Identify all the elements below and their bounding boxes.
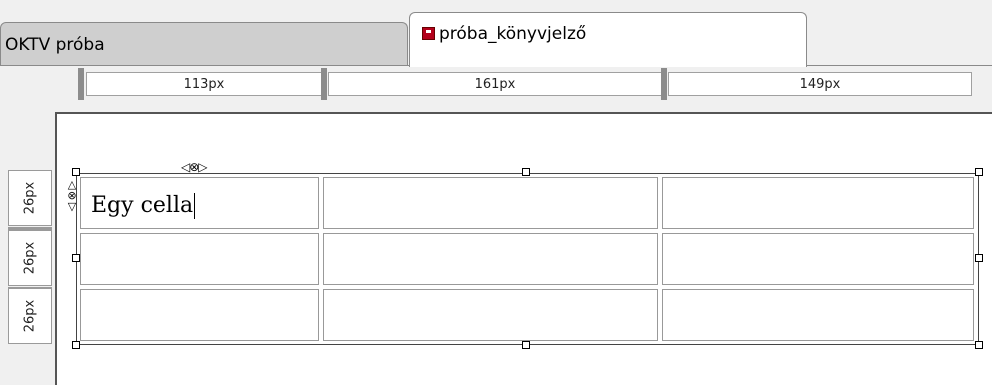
column-separator[interactable]	[661, 68, 667, 100]
resize-handle-right[interactable]	[975, 254, 983, 262]
table-cell[interactable]	[662, 177, 974, 229]
table-cell[interactable]	[80, 289, 319, 341]
tab-label: OKTV próba	[5, 34, 105, 55]
row-move-icon[interactable]: △ ⊗ ▽	[66, 179, 78, 212]
table-cell[interactable]	[323, 289, 658, 341]
document-icon	[422, 27, 435, 40]
table[interactable]: Egy cella	[76, 173, 979, 345]
resize-handle-top-right[interactable]	[975, 168, 983, 176]
resize-handle-bottom-left[interactable]	[72, 341, 80, 349]
column-width-1[interactable]: 113px	[86, 72, 322, 96]
table-cell[interactable]	[323, 233, 658, 285]
tab-proba-konyvjelzo[interactable]: próba_könyvjelző	[409, 12, 807, 67]
column-separator[interactable]	[78, 68, 84, 100]
row-height-3[interactable]: 26px	[8, 288, 52, 344]
table-cell[interactable]	[80, 233, 319, 285]
table-cell[interactable]	[662, 233, 974, 285]
column-width-2[interactable]: 161px	[328, 72, 662, 96]
cell-text: Egy cella	[91, 193, 194, 218]
tab-oktv-proba[interactable]: OKTV próba	[0, 22, 408, 66]
tab-label: próba_könyvjelző	[439, 24, 587, 44]
table-cell[interactable]: Egy cella	[80, 177, 319, 229]
resize-handle-top-left[interactable]	[72, 168, 80, 176]
resize-handle-top[interactable]	[522, 168, 530, 176]
tab-bar: OKTV próba próba_könyvjelző	[0, 0, 992, 67]
column-move-icon[interactable]: ◁⊗▷	[181, 160, 207, 174]
table-cell[interactable]	[662, 289, 974, 341]
column-width-3[interactable]: 149px	[668, 72, 972, 96]
row-height-2[interactable]: 26px	[8, 230, 52, 286]
text-caret	[194, 193, 196, 219]
row-height-1[interactable]: 26px	[8, 170, 52, 226]
column-separator[interactable]	[321, 68, 327, 100]
resize-handle-bottom-right[interactable]	[975, 341, 983, 349]
table-cell[interactable]	[323, 177, 658, 229]
resize-handle-bottom[interactable]	[522, 341, 530, 349]
resize-handle-left[interactable]	[72, 254, 80, 262]
